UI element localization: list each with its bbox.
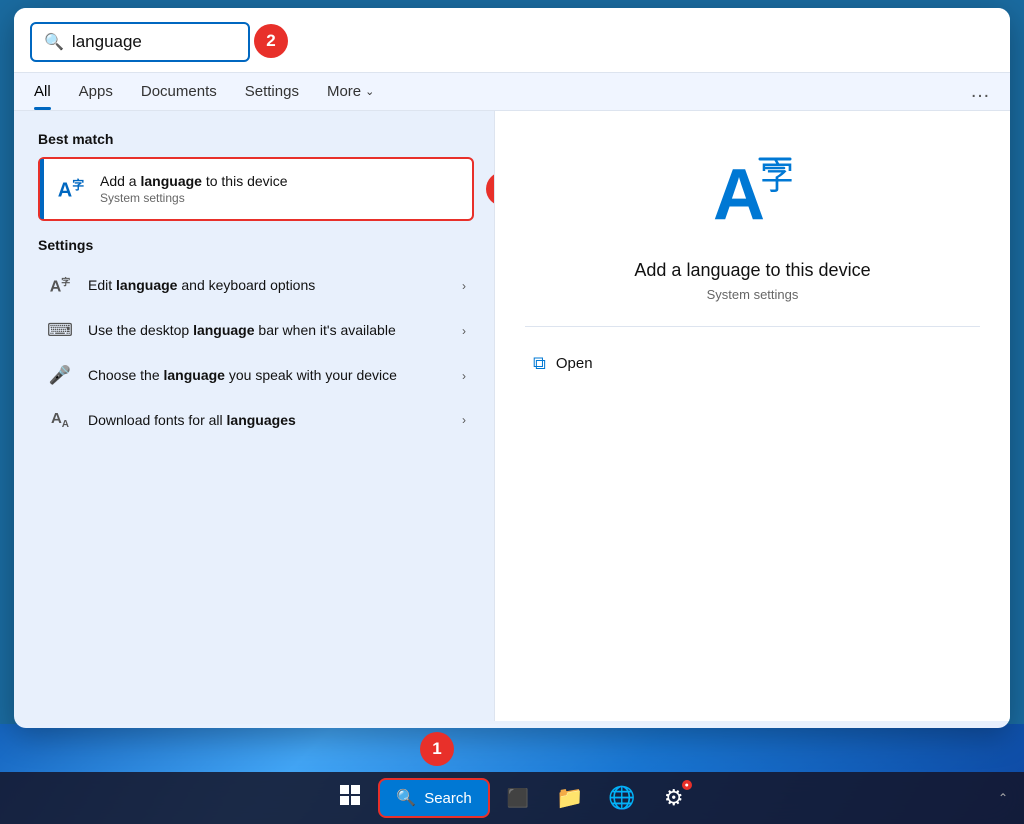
settings-item-1[interactable]: ⌨ Use the desktop language bar when it's… xyxy=(38,308,474,353)
edge-icon: 🌐 xyxy=(608,785,635,811)
taskbar-media[interactable]: ⚙ ● xyxy=(650,776,698,820)
taskbar: 🔍 Search ⬛ 📁 🌐 ⚙ ● ⌃ xyxy=(0,772,1024,824)
step3-badge: 3 xyxy=(486,172,494,206)
right-panel-divider xyxy=(525,326,980,327)
search-input-area: 🔍 language 2 xyxy=(14,8,1010,73)
best-match-subtitle: System settings xyxy=(100,191,456,205)
language-icon: A字 xyxy=(56,176,86,203)
svg-text:A: A xyxy=(713,155,765,231)
right-panel: A 字 Add a language to this device System… xyxy=(494,111,1010,721)
media-icon: ⚙ xyxy=(664,785,684,811)
taskbar-file-explorer[interactable]: 📁 xyxy=(546,776,594,820)
right-panel-subtitle: System settings xyxy=(707,287,799,302)
system-tray: ⌃ xyxy=(998,791,1008,805)
settings-item-text-0: Edit language and keyboard options xyxy=(88,276,462,296)
settings-item-0[interactable]: A字 Edit language and keyboard options › xyxy=(38,263,474,308)
settings-item-3[interactable]: AA Download fonts for all languages › xyxy=(38,398,474,442)
settings-section: Settings A字 Edit language and keyboard o… xyxy=(38,237,474,442)
tab-apps[interactable]: Apps xyxy=(79,83,113,110)
tab-more[interactable]: More ⌄ xyxy=(327,83,374,110)
chevron-icon-1: › xyxy=(462,324,466,338)
open-icon: ⧉ xyxy=(533,353,546,374)
chevron-icon-2: › xyxy=(462,369,466,383)
settings-label: Settings xyxy=(38,237,474,253)
best-match-label: Best match xyxy=(38,131,474,147)
best-match-title: Add a language to this device xyxy=(100,173,456,189)
tab-settings[interactable]: Settings xyxy=(245,83,299,110)
search-box[interactable]: 🔍 language xyxy=(30,22,250,62)
nav-tabs: All Apps Documents Settings More ⌄ … xyxy=(14,73,1010,111)
chevron-icon-0: › xyxy=(462,279,466,293)
taskbar-edge[interactable]: 🌐 xyxy=(598,776,646,820)
best-match-item[interactable]: A字 Add a language to this device System … xyxy=(38,157,474,221)
settings-item-text-1: Use the desktop language bar when it's a… xyxy=(88,321,462,341)
best-match-text: Add a language to this device System set… xyxy=(100,173,456,205)
microphone-icon: 🎤 xyxy=(46,365,74,386)
font-icon: AA xyxy=(46,410,74,430)
open-button[interactable]: ⧉ Open xyxy=(525,347,601,380)
tray-expand-icon[interactable]: ⌃ xyxy=(998,791,1008,805)
taskbar-task-view[interactable]: ⬛ xyxy=(494,776,542,820)
search-panel: 🔍 language 2 All Apps Documents Settings… xyxy=(14,8,1010,728)
taskbar-search-button[interactable]: 🔍 Search xyxy=(378,778,489,818)
task-view-icon: ⬛ xyxy=(507,788,529,809)
keyboard-icon: ⌨ xyxy=(46,320,74,341)
lang-keyboard-icon: A字 xyxy=(46,275,74,296)
left-panel: Best match A字 Add a language to this dev… xyxy=(14,111,494,721)
search-icon: 🔍 xyxy=(44,32,64,52)
settings-item-2[interactable]: 🎤 Choose the language you speak with you… xyxy=(38,353,474,398)
settings-item-text-3: Download fonts for all languages xyxy=(88,411,462,431)
more-options-button[interactable]: … xyxy=(970,80,990,113)
settings-item-text-2: Choose the language you speak with your … xyxy=(88,366,462,386)
taskbar-start-button[interactable] xyxy=(326,776,374,820)
tab-documents[interactable]: Documents xyxy=(141,83,217,110)
left-accent xyxy=(40,159,44,219)
notification-badge: ● xyxy=(682,780,692,790)
taskbar-search-label: Search xyxy=(424,790,472,807)
taskbar-search-icon: 🔍 xyxy=(396,788,416,808)
step2-badge: 2 xyxy=(254,24,288,58)
tab-all[interactable]: All xyxy=(34,83,51,110)
svg-text:字: 字 xyxy=(760,159,794,197)
step1-badge: 1 xyxy=(420,732,454,766)
chevron-icon-3: › xyxy=(462,413,466,427)
windows-icon xyxy=(339,784,361,812)
right-panel-title: Add a language to this device xyxy=(634,260,870,281)
search-query: language xyxy=(72,32,142,52)
file-explorer-icon: 📁 xyxy=(556,785,583,811)
right-panel-icon: A 字 xyxy=(708,151,798,242)
open-label: Open xyxy=(556,355,593,372)
main-content: Best match A字 Add a language to this dev… xyxy=(14,111,1010,721)
